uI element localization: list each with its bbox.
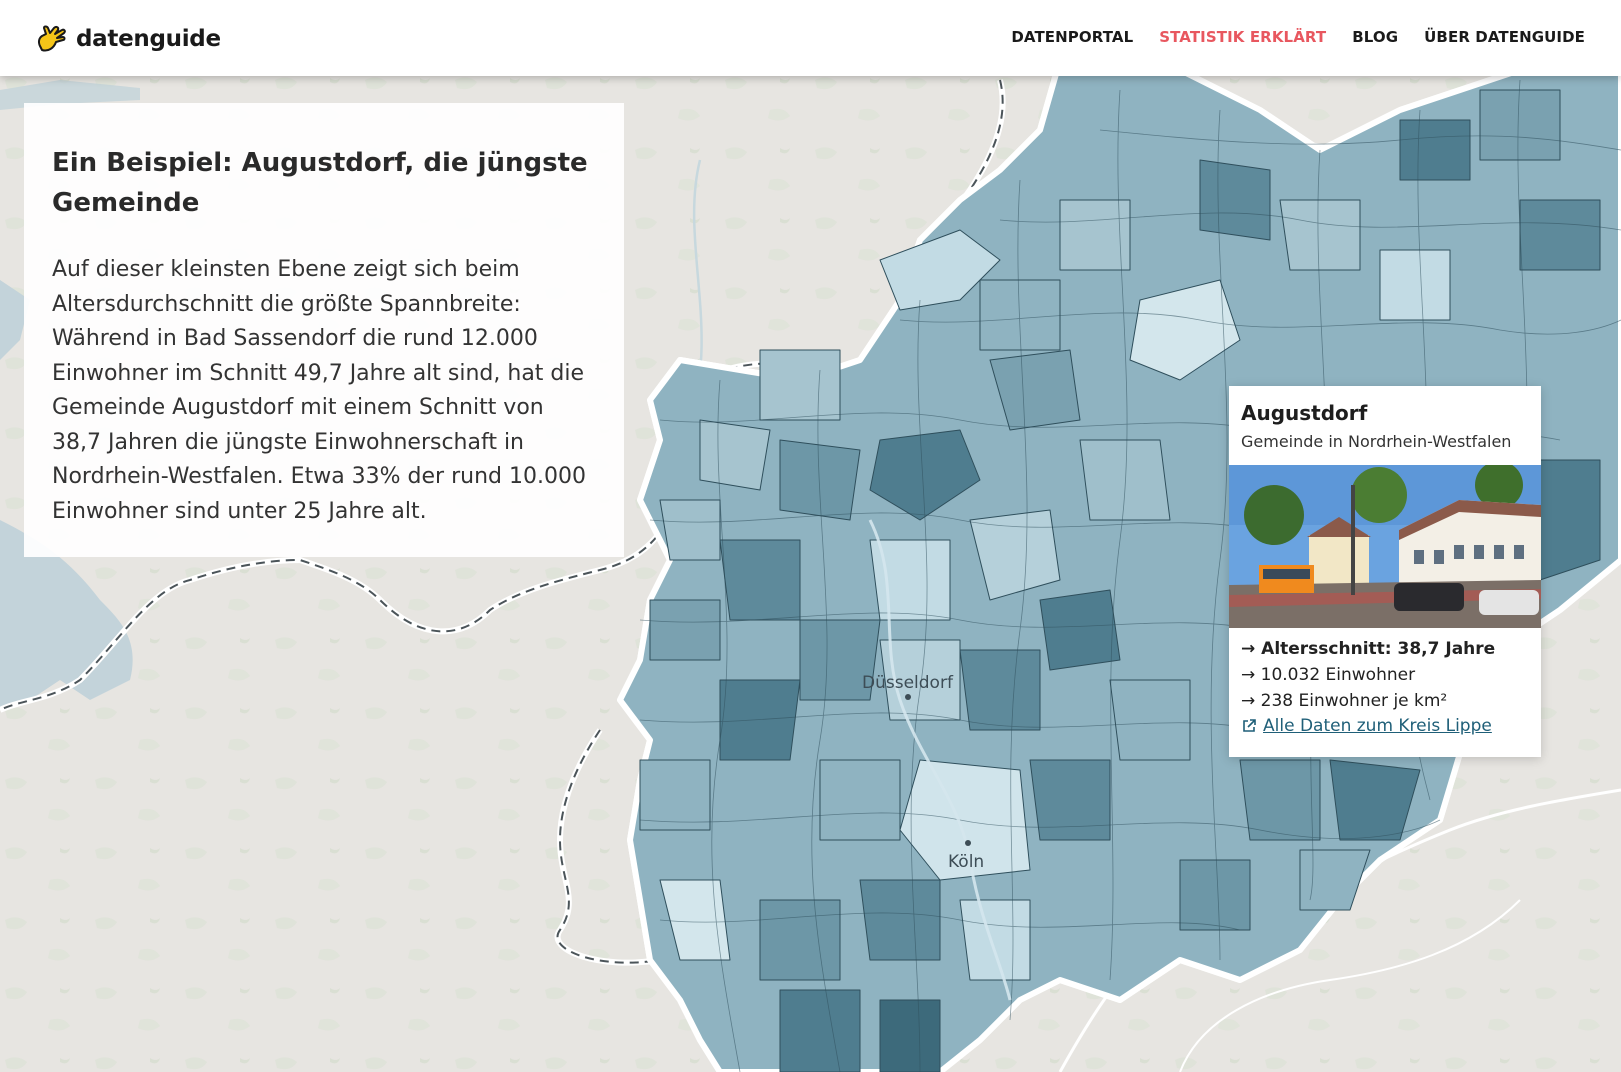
info-title: Ein Beispiel: Augustdorf, die jüngste Ge… (52, 148, 588, 218)
main-nav: DATENPORTAL STATISTIK ERKLÄRT BLOG ÜBER … (1011, 28, 1585, 46)
logo[interactable]: datenguide (36, 22, 221, 56)
municipality-photo (1229, 465, 1541, 628)
nav-datenportal[interactable]: DATENPORTAL (1011, 28, 1133, 46)
stat-dichte: → 238 Einwohner je km² (1241, 691, 1448, 711)
card-subtitle: Gemeinde in Nordrhein-Westfalen (1241, 432, 1512, 451)
city-label-duesseldorf: Düsseldorf (862, 673, 954, 693)
kreis-lippe-link[interactable]: Alle Daten zum Kreis Lippe (1241, 716, 1492, 736)
nav-statistik-erklaert[interactable]: STATISTIK ERKLÄRT (1159, 28, 1326, 46)
info-panel: Ein Beispiel: Augustdorf, die jüngste Ge… (24, 103, 624, 557)
external-link-icon (1243, 719, 1256, 732)
info-body: Auf dieser kleinsten Ebene zeigt sich be… (52, 257, 586, 524)
card-title: Augustdorf (1241, 401, 1368, 425)
city-label-koeln: Köln (948, 852, 984, 872)
hand-logo-icon (37, 25, 66, 52)
municipality-card: Augustdorf Gemeinde in Nordrhein-Westfal… (1229, 386, 1541, 757)
kreis-lippe-link-label: Alle Daten zum Kreis Lippe (1263, 716, 1492, 736)
koeln-marker (965, 840, 971, 846)
nav-ueber-datenguide[interactable]: ÜBER DATENGUIDE (1424, 28, 1585, 46)
stat-einwohner: → 10.032 Einwohner (1241, 665, 1416, 685)
duesseldorf-marker (905, 694, 911, 700)
nav-blog[interactable]: BLOG (1352, 28, 1398, 46)
stat-altersschnitt: → Altersschnitt: 38,7 Jahre (1241, 639, 1496, 659)
site-header: datenguide DATENPORTAL STATISTIK ERKLÄRT… (0, 0, 1621, 76)
card-stats: → Altersschnitt: 38,7 Jahre → 10.032 Ein… (1241, 636, 1495, 714)
logo-text: datenguide (76, 26, 221, 52)
